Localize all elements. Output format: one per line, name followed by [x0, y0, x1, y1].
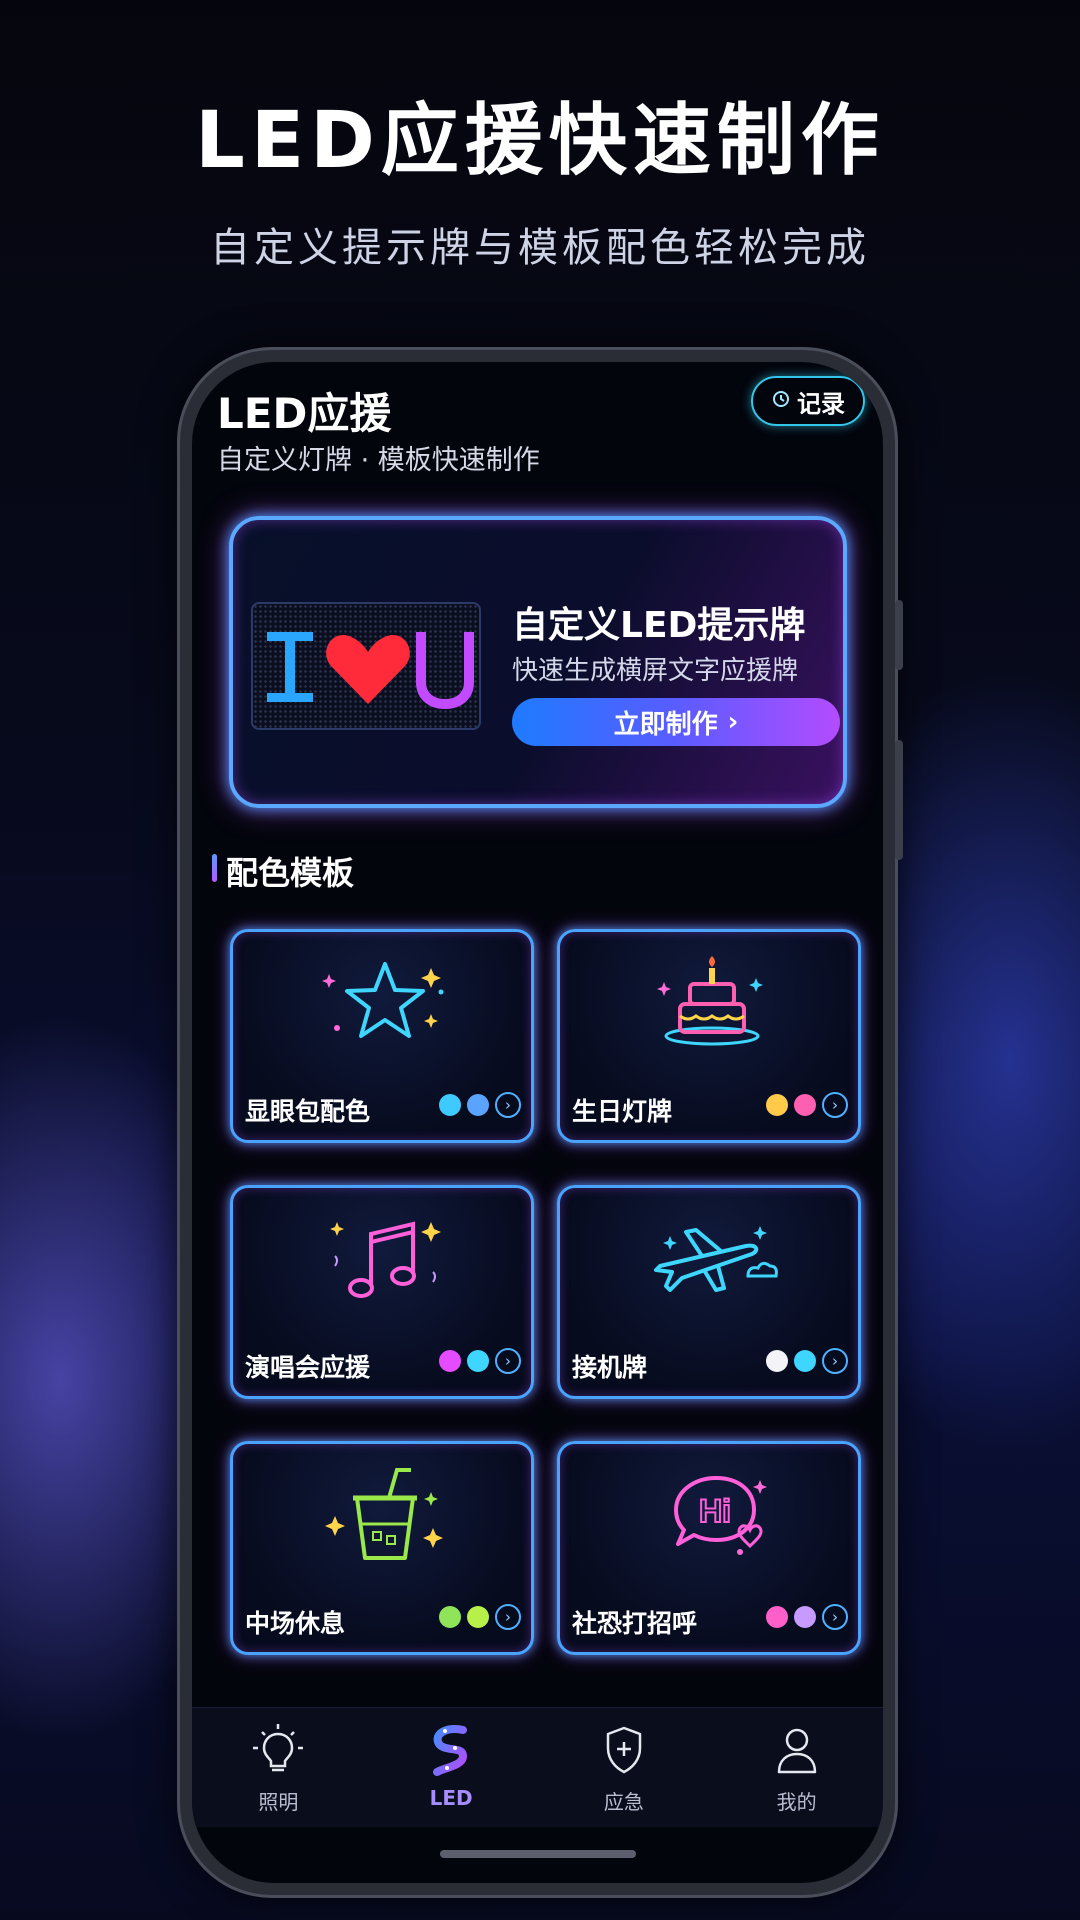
star-icon [322, 962, 444, 1038]
music-note-icon [330, 1221, 441, 1298]
custom-led-banner[interactable]: 自定义LED提示牌 快速生成横屏文字应援牌 立即制作 › [229, 516, 847, 808]
record-button[interactable]: 记录 [751, 376, 865, 426]
chevron-right-icon[interactable]: › [495, 1604, 521, 1630]
template-label: 社恐打招呼 [572, 1609, 698, 1638]
chevron-right-icon: › [727, 707, 739, 737]
color-swatches: › [766, 1604, 848, 1630]
page-title: LED应援 [217, 389, 392, 438]
svg-text:Hi: Hi [699, 1493, 731, 1529]
tab-lighting[interactable]: 照明 [192, 1708, 365, 1827]
phone-side-button [895, 740, 903, 860]
color-swatch [467, 1606, 489, 1628]
make-now-label: 立即制作 [613, 709, 718, 740]
tab-label: LED [429, 1786, 473, 1810]
color-swatch [439, 1350, 461, 1372]
color-swatches: › [439, 1604, 521, 1630]
app-screen: LED应援 自定义灯牌 · 模板快速制作 记录 自定义LED提示牌 快速生成横屏… [192, 362, 883, 1883]
template-card[interactable]: 演唱会应援 › [230, 1185, 534, 1399]
color-swatches: › [766, 1348, 848, 1374]
color-swatches: › [439, 1348, 521, 1374]
tab-label: 照明 [258, 1790, 299, 1814]
i-love-u-led-graphic [267, 632, 474, 710]
color-swatch [794, 1350, 816, 1372]
chevron-right-icon[interactable]: › [822, 1604, 848, 1630]
color-swatches: › [439, 1092, 521, 1118]
color-swatch [467, 1094, 489, 1116]
template-label: 生日灯牌 [572, 1097, 673, 1126]
color-swatch [439, 1094, 461, 1116]
color-swatch [794, 1606, 816, 1628]
chevron-right-icon[interactable]: › [495, 1092, 521, 1118]
drink-cup-icon [325, 1468, 443, 1560]
hi-speech-bubble-icon: Hi [674, 1476, 767, 1555]
chevron-right-icon[interactable]: › [822, 1092, 848, 1118]
history-icon [771, 389, 791, 414]
template-card[interactable]: 生日灯牌 › [557, 929, 861, 1143]
record-label: 记录 [797, 389, 845, 418]
template-label: 显眼包配色 [245, 1097, 371, 1126]
color-swatch [439, 1606, 461, 1628]
template-label: 演唱会应援 [245, 1353, 371, 1382]
banner-subtitle: 快速生成横屏文字应援牌 [512, 656, 799, 686]
shield-plus-icon [606, 1726, 642, 1774]
template-card[interactable]: 中场休息 › [230, 1441, 534, 1655]
hero-title: LED应援快速制作 [195, 96, 885, 186]
banner-title: 自定义LED提示牌 [512, 605, 806, 646]
user-icon [777, 1728, 816, 1774]
led-strip-icon [433, 1725, 468, 1776]
chevron-right-icon[interactable]: › [495, 1348, 521, 1374]
tab-profile[interactable]: 我的 [710, 1708, 883, 1827]
template-card[interactable]: 显眼包配色 › [230, 929, 534, 1143]
birthday-cake-icon [657, 956, 763, 1046]
make-now-button[interactable]: 立即制作 › [512, 698, 840, 746]
color-swatch [467, 1350, 489, 1372]
color-swatch [794, 1094, 816, 1116]
template-card[interactable]: Hi 社恐打招呼 › [557, 1441, 861, 1655]
page-subtitle: 自定义灯牌 · 模板快速制作 [217, 445, 540, 476]
phone-frame: LED应援 自定义灯牌 · 模板快速制作 记录 自定义LED提示牌 快速生成横屏… [180, 350, 903, 1895]
tab-label: 我的 [776, 1790, 817, 1814]
phone-side-button [895, 600, 903, 670]
home-indicator[interactable] [440, 1850, 636, 1858]
hero-subtitle: 自定义提示牌与模板配色轻松完成 [210, 225, 870, 271]
led-preview-board [251, 602, 481, 730]
tab-emergency[interactable]: 应急 [538, 1708, 711, 1827]
color-swatch [766, 1350, 788, 1372]
color-swatch [766, 1094, 788, 1116]
bottom-tab-bar: 照明 LED 应急 我的 [192, 1707, 883, 1827]
color-swatch [766, 1606, 788, 1628]
template-label: 接机牌 [572, 1353, 648, 1382]
light-bulb-icon [253, 1724, 304, 1772]
chevron-right-icon[interactable]: › [822, 1348, 848, 1374]
airplane-icon [654, 1226, 778, 1292]
section-title: 配色模板 [212, 848, 354, 894]
tab-label: 应急 [603, 1790, 644, 1814]
template-label: 中场休息 [245, 1609, 346, 1638]
color-swatches: › [766, 1092, 848, 1118]
tab-led[interactable]: LED [365, 1708, 538, 1827]
template-card[interactable]: 接机牌 › [557, 1185, 861, 1399]
